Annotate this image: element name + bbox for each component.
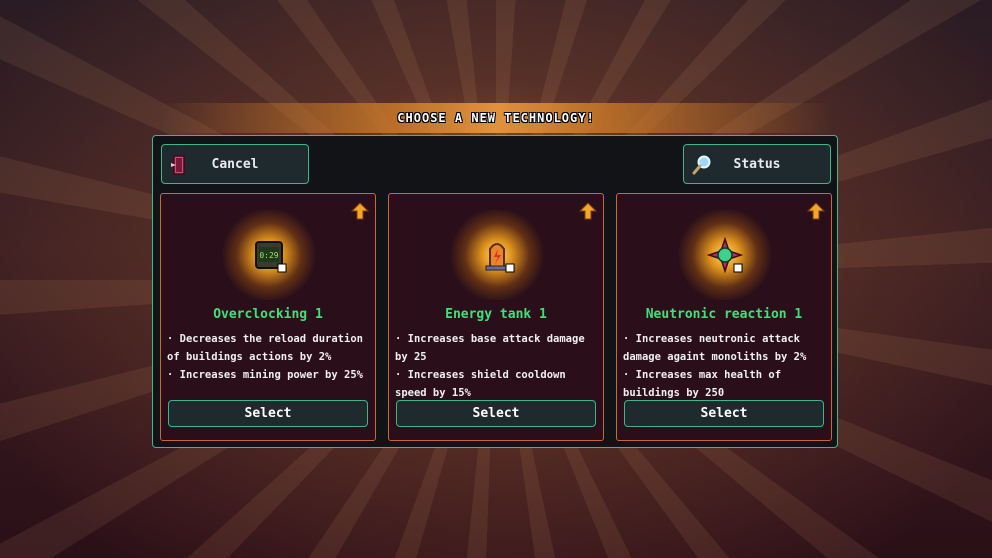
magnifier-icon (692, 154, 712, 176)
cancel-button[interactable]: Cancel (161, 144, 309, 184)
description-line: · Increases shield cooldown speed by 15% (395, 369, 566, 399)
title-banner: CHOOSE A NEW TECHNOLOGY! (158, 103, 834, 133)
description-line: · Increases base attack damage by 25 (395, 333, 585, 363)
select-button[interactable]: Select (396, 400, 596, 427)
select-button[interactable]: Select (624, 400, 824, 427)
description-line: · Increases mining power by 25% (167, 369, 363, 381)
tech-card[interactable]: 0:29 Overclocking 1 · Decreases the relo… (160, 193, 376, 441)
description-line: · Increases neutronic attack damage agai… (623, 333, 807, 363)
upgrade-arrow-icon (351, 202, 369, 220)
cancel-label: Cancel (211, 156, 259, 172)
neutronic-orb-icon (675, 210, 775, 300)
description-line: · Decreases the reload duration of build… (167, 333, 363, 363)
tech-card[interactable]: Neutronic reaction 1 · Increases neutron… (616, 193, 832, 441)
card-title: Energy tank 1 (445, 307, 547, 322)
energy-tank-icon (447, 210, 547, 300)
page-title: CHOOSE A NEW TECHNOLOGY! (397, 111, 595, 125)
svg-text:0:29: 0:29 (259, 251, 278, 260)
exit-door-icon (170, 154, 190, 176)
status-button[interactable]: Status (683, 144, 831, 184)
upgrade-arrow-icon (807, 202, 825, 220)
card-title: Overclocking 1 (213, 307, 323, 322)
status-label: Status (733, 156, 781, 172)
upgrade-arrow-icon (579, 202, 597, 220)
tech-card[interactable]: Energy tank 1 · Increases base attack da… (388, 193, 604, 441)
technology-panel: Cancel Status 0:29 Overclocking 1 · Decr… (152, 135, 838, 448)
card-description: · Increases neutronic attack damage agai… (623, 330, 825, 402)
description-line: · Increases max health of buildings by 2… (623, 369, 782, 399)
card-title: Neutronic reaction 1 (645, 307, 803, 322)
chip-icon: 0:29 (219, 210, 319, 300)
card-description: · Decreases the reload duration of build… (167, 330, 369, 384)
select-button[interactable]: Select (168, 400, 368, 427)
card-description: · Increases base attack damage by 25 · I… (395, 330, 597, 402)
tech-cards: 0:29 Overclocking 1 · Decreases the relo… (160, 193, 832, 441)
